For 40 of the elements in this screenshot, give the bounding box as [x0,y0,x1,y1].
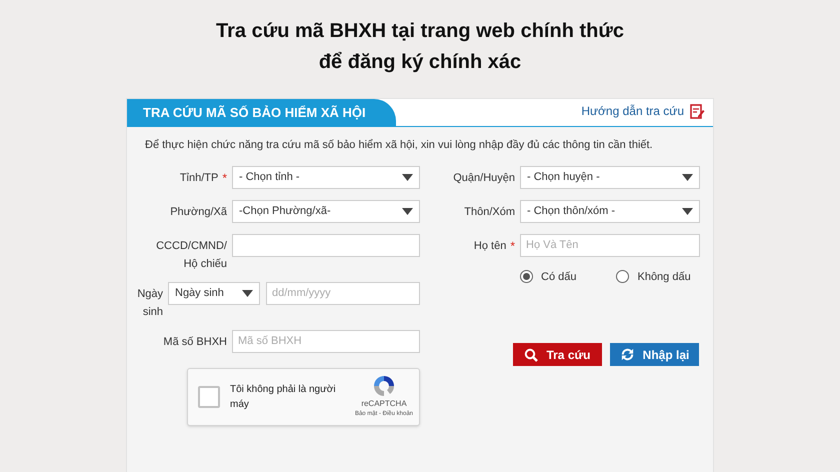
refresh-icon [620,347,635,362]
caret-icon [682,208,693,214]
help-link[interactable]: Hướng dẫn tra cứu [581,102,684,120]
input-field[interactable] [232,234,420,256]
search-icon [524,348,538,362]
field-label: Phường/Xã [170,204,227,220]
intro-text: Để thực hiện chức năng tra cứu mã số bảo hiểm xã hội, xin vui lòng nhập đầy đủ các thông tin cần thiết. [144,138,654,153]
recaptcha-logo-icon [372,374,396,398]
dropdown[interactable]: - Chọn thôn/xóm - [520,200,700,222]
dropdown[interactable]: - Chọn tỉnh - [232,166,420,188]
field-label: CCCD/CMND/ Hộ chiếu [155,238,227,272]
required-mark: * [222,170,227,186]
field-label: Họ tên [474,238,506,254]
reset-button[interactable]: Nhập lại [610,343,699,366]
heading: để đăng ký chính xác [318,50,522,75]
field-label: Tỉnh/TP [180,170,218,186]
dropdown[interactable]: Ngày sinh [168,282,260,304]
captcha-label: Tôi không phải là người máy [230,382,337,412]
dropdown[interactable]: -Chọn Phường/xã- [232,200,420,222]
field-label: Thôn/Xóm [464,204,515,220]
field-label: Mã số BHXH [163,334,227,350]
radio-option[interactable]: Có dấu [520,268,576,285]
dropdown[interactable]: - Chọn huyện - [520,166,700,188]
field-label: Ngày sinh [137,286,163,320]
search-button[interactable]: Tra cứu [513,343,602,366]
caret-icon [402,174,413,180]
input-field[interactable]: Mã số BHXH [232,330,420,352]
field-label: Quận/Huyện [453,170,515,186]
caret-icon [682,174,693,180]
caret-icon [402,208,413,214]
required-mark: * [510,238,515,254]
input-field[interactable]: dd/mm/yyyy [266,282,420,304]
input-field[interactable]: Họ Và Tên [520,234,700,256]
radio-option[interactable]: Không dấu [616,268,691,285]
captcha-checkbox[interactable] [198,386,220,408]
heading: Tra cứu mã BHXH tại trang web chính thức [216,19,624,44]
edit-icon [690,104,705,118]
panel-title: TRA CỨU MÃ SỐ BẢO HIỂM XÃ HỘI [127,99,396,126]
caret-icon [242,290,253,296]
recaptcha-brand: reCAPTCHA [361,398,407,410]
